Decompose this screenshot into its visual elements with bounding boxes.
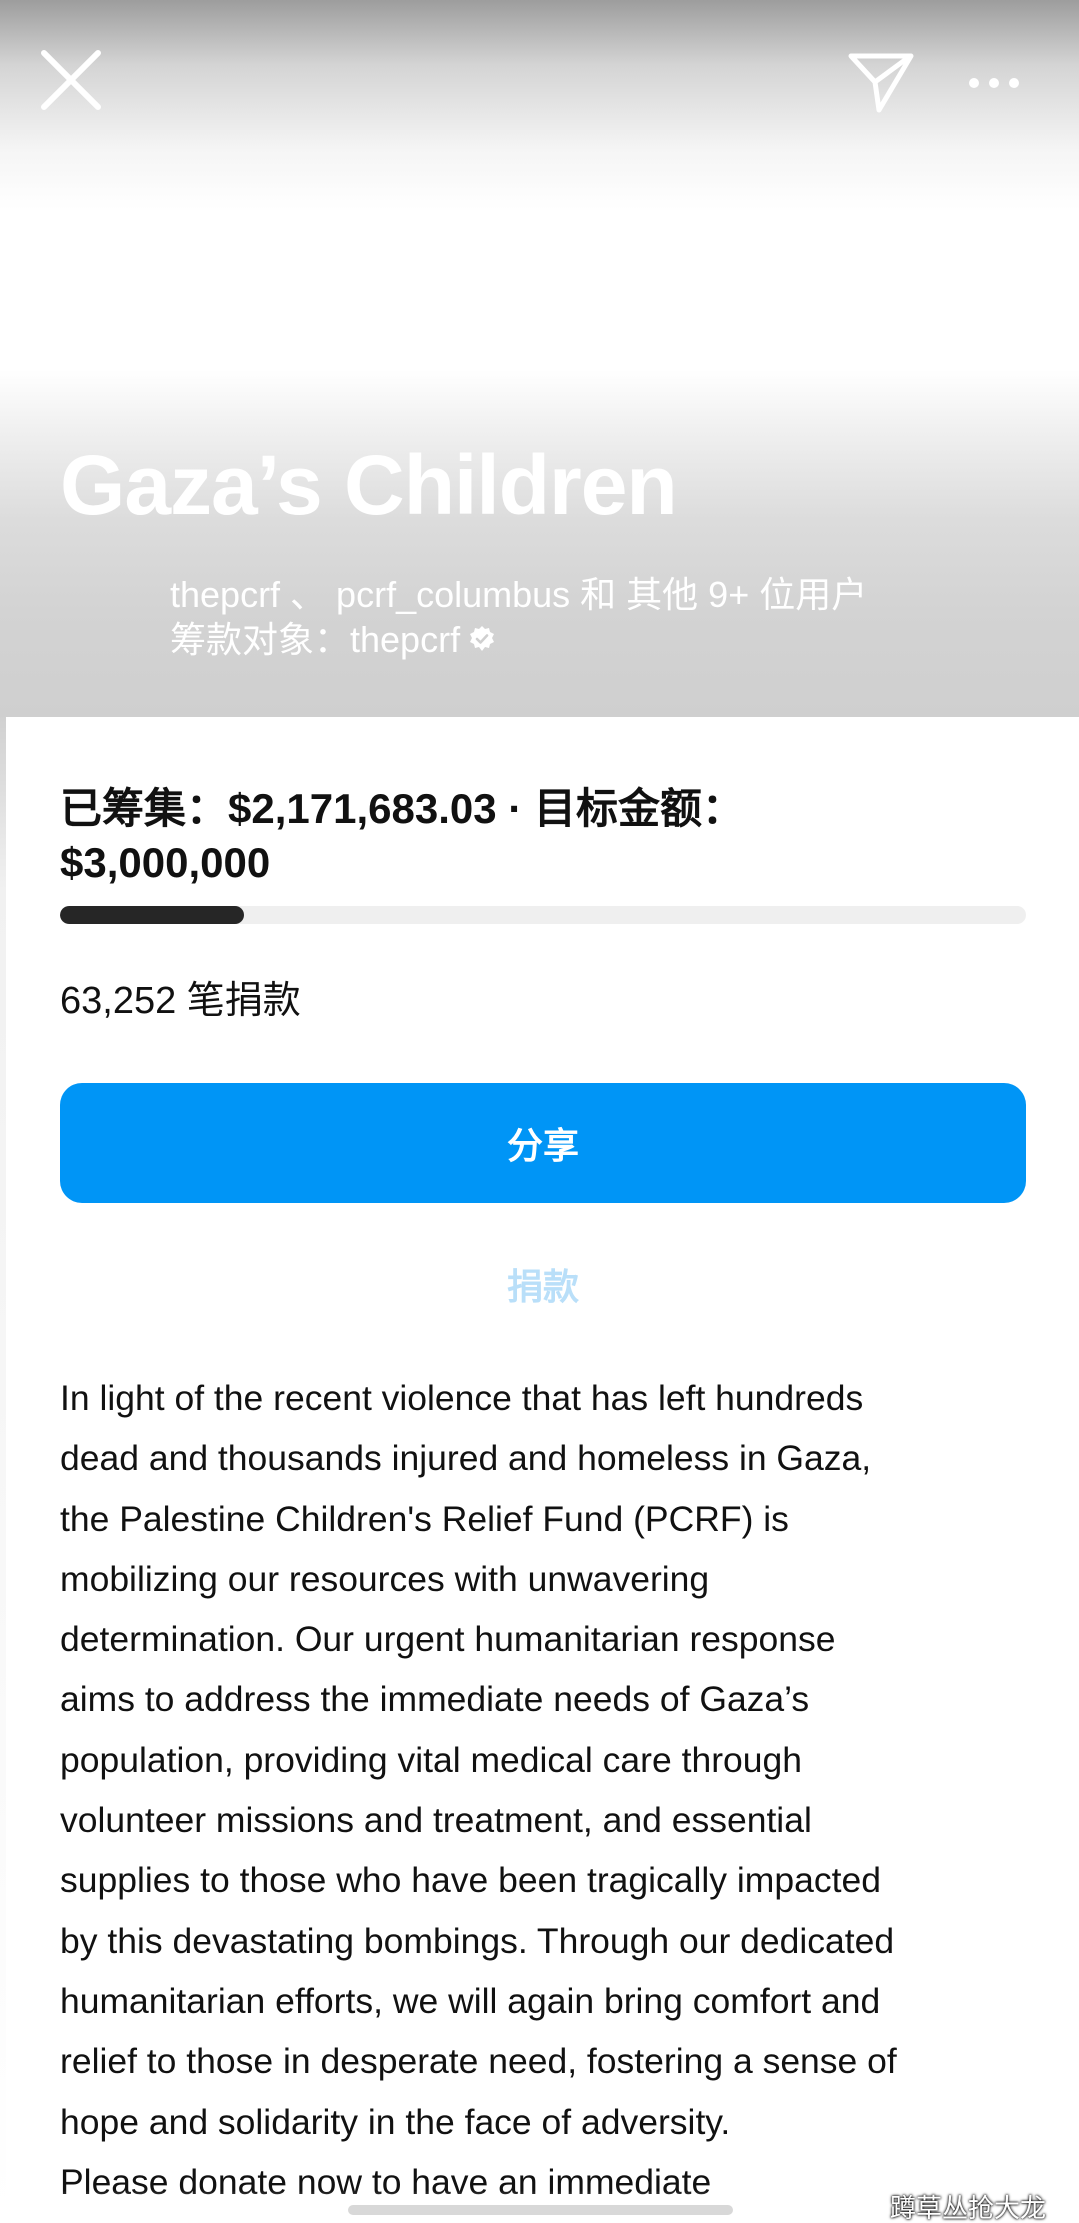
goal-label: 目标金额：	[533, 785, 744, 832]
hero-banner: Gaza’s Children thepcrf 、 pcrf_columbus …	[0, 0, 1079, 717]
description-line: In light of the recent violence that has…	[60, 1378, 864, 1418]
description-line: determination. Our urgent humanitarian r…	[60, 1619, 836, 1660]
raised-label: 已筹集：	[60, 785, 229, 832]
description-line: population, providing vital medical care…	[60, 1739, 802, 1780]
donate-button[interactable]: 捐款	[60, 1258, 1026, 1318]
raised-amount: $2,171,683.03	[228, 785, 497, 832]
home-indicator[interactable]	[348, 2205, 733, 2215]
share-button-label: 分享	[506, 1126, 579, 1167]
fundraiser-description: In light of the recent violence that has…	[60, 1368, 1050, 2212]
send-icon[interactable]	[845, 48, 917, 116]
donation-count: 63,252 笔捐款	[60, 980, 301, 1022]
beneficiary-label: 筹款对象：	[170, 619, 351, 660]
goal-amount: $3,000,000	[60, 839, 271, 886]
beneficiary-name[interactable]: thepcrf	[350, 619, 460, 660]
description-line: volunteer missions and treatment, and es…	[60, 1800, 812, 1841]
beneficiary-row[interactable]: 筹款对象：thepcrf	[170, 617, 496, 663]
description-line: supplies to those who have been tragical…	[60, 1860, 881, 1901]
description-line: hope and solidarity in the face of adver…	[60, 2101, 731, 2142]
description-line: dead and thousands injured and homeless …	[60, 1438, 872, 1479]
watermark-text: 蹲草丛抢大龙	[890, 2194, 1047, 2223]
more-icon[interactable]	[966, 70, 1022, 96]
raised-summary: 已筹集：$2,171,683.03 · 目标金额： $3,000,000	[60, 782, 1020, 890]
progress-bar	[60, 906, 1026, 924]
separator-dot: ·	[496, 785, 534, 832]
description-line: relief to those in desperate need, foste…	[60, 2041, 897, 2082]
fundraiser-screen: Gaza’s Children thepcrf 、 pcrf_columbus …	[0, 0, 1079, 2223]
fundraiser-title: Gaza’s Children	[60, 438, 678, 532]
description-line: aims to address the immediate needs of G…	[60, 1679, 810, 1720]
description-line: by this devastating bombings. Through ou…	[60, 1920, 895, 1961]
close-icon[interactable]	[36, 45, 106, 115]
verified-badge-icon	[470, 626, 495, 652]
progress-bar-fill	[60, 906, 244, 924]
description-line: the Palestine Children's Relief Fund (PC…	[60, 1498, 789, 1539]
share-button[interactable]: 分享	[60, 1083, 1026, 1203]
description-line: mobilizing our resources with unwavering	[60, 1558, 710, 1599]
description-line: humanitarian efforts, we will again brin…	[60, 1980, 881, 2021]
organizers-text[interactable]: thepcrf 、 pcrf_columbus 和 其他 9+ 位用户	[170, 572, 867, 618]
